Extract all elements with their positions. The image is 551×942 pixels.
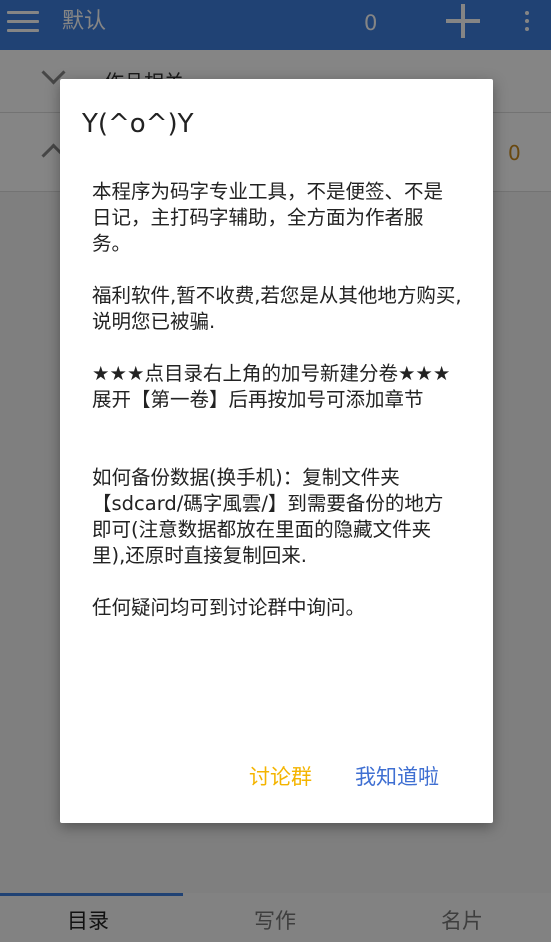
dialog-title: Y(^o^)Y [82,109,194,139]
dialog-paragraph: 福利软件,暂不收费,若您是从其他地方购买,说明您已被骗. [92,284,462,333]
dialog-paragraph: 如何备份数据(换手机)：复制文件夹【sdcard/碼字風雲/】到需要备份的地方即… [92,466,444,567]
discussion-group-button[interactable]: 讨论群 [249,761,312,791]
dialog-body: 本程序为码字专业工具，不是便签、不是日记，主打码字辅助，全方面为作者服务。 福利… [92,179,462,621]
dialog-paragraph: 本程序为码字专业工具，不是便签、不是日记，主打码字辅助，全方面为作者服务。 [92,180,444,255]
got-it-button[interactable]: 我知道啦 [355,761,439,791]
dialog-paragraph: ★★★点目录右上角的加号新建分卷★★★ 展开【第一卷】后再按加号可添加章节 [92,362,451,411]
dialog-paragraph: 任何疑问均可到讨论群中询问。 [92,596,366,619]
welcome-dialog: Y(^o^)Y 本程序为码字专业工具，不是便签、不是日记，主打码字辅助，全方面为… [60,79,493,823]
